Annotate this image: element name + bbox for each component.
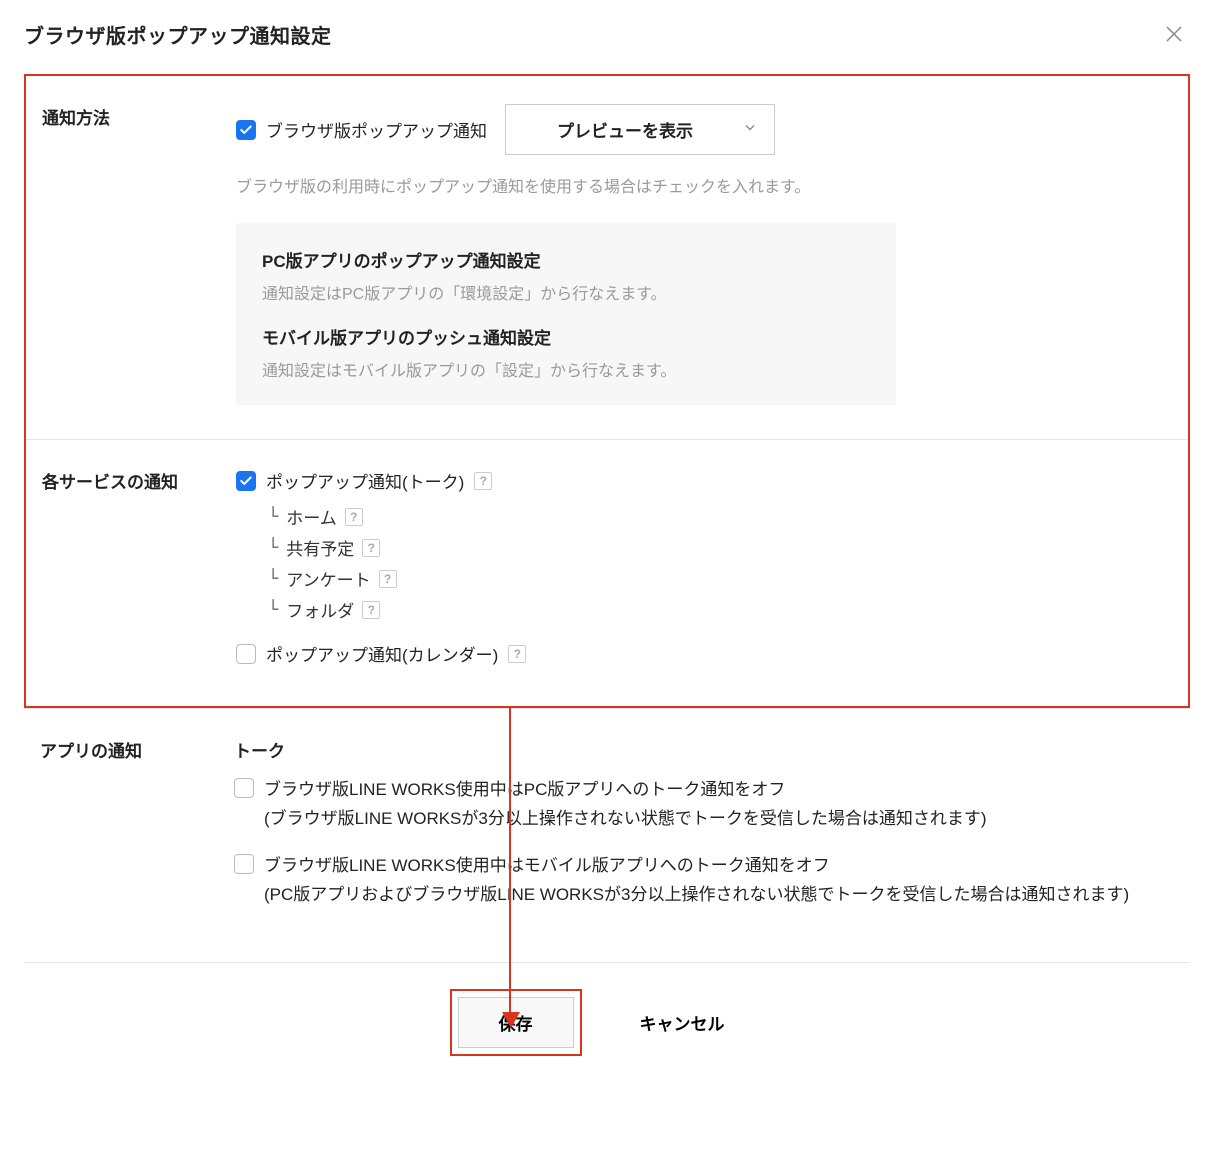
help-icon[interactable]: ? <box>362 539 380 557</box>
chevron-down-icon <box>742 119 758 140</box>
info-pc-title: PC版アプリのポップアップ通知設定 <box>262 247 870 272</box>
section-app-notifications: アプリの通知 トーク ブラウザ版LINE WORKS使用中はPC版アプリへのトー… <box>24 708 1190 963</box>
sub-folder-label: フォルダ <box>286 597 354 622</box>
browser-popup-checkbox[interactable]: ブラウザ版ポップアップ通知 <box>236 117 487 142</box>
info-pc-text: 通知設定はPC版アプリの「環境設定」から行なえます。 <box>262 280 870 304</box>
sub-home-label: ホーム <box>286 504 337 529</box>
dialog-footer: 保存 キャンセル <box>24 963 1190 1056</box>
dropdown-label: プレビューを表示 <box>557 117 693 142</box>
sub-item-shared: └ 共有予定 ? <box>268 532 1158 563</box>
help-icon[interactable]: ? <box>379 570 397 588</box>
pc-off-note: (ブラウザ版LINE WORKSが3分以上操作されない状態でトークを受信した場合… <box>264 805 987 834</box>
sub-survey-label: アンケート <box>286 566 370 591</box>
branch-icon: └ <box>268 538 278 558</box>
branch-icon: └ <box>268 569 278 589</box>
mobile-off-label: ブラウザ版LINE WORKS使用中はモバイル版アプリへのトーク通知をオフ <box>264 856 830 875</box>
help-icon[interactable]: ? <box>345 508 363 526</box>
close-button[interactable] <box>1158 18 1190 50</box>
section-notification-method: 通知方法 ブラウザ版ポップアップ通知 プレビューを表示 ブラウザ版の利用時にポッ… <box>26 76 1188 440</box>
app-talk-title: トーク <box>234 737 1160 762</box>
section-service-notifications: 各サービスの通知 ポップアップ通知(トーク) ? └ ホーム ? └ <box>26 440 1188 706</box>
popup-calendar-label: ポップアップ通知(カレンダー) <box>266 641 498 666</box>
info-mobile-title: モバイル版アプリのプッシュ通知設定 <box>262 324 870 349</box>
sub-shared-label: 共有予定 <box>286 535 354 560</box>
help-icon[interactable]: ? <box>508 645 526 663</box>
dialog-header: ブラウザ版ポップアップ通知設定 <box>24 10 1190 75</box>
checkbox-checked-icon <box>236 471 256 491</box>
talk-sub-list: └ ホーム ? └ 共有予定 ? └ アンケート ? └ フォルダ ? <box>268 501 1158 625</box>
checkbox-unchecked-icon <box>236 644 256 664</box>
popup-talk-label: ポップアップ通知(トーク) <box>266 468 464 493</box>
section-label-services: 各サービスの通知 <box>26 468 236 672</box>
info-box: PC版アプリのポップアップ通知設定 通知設定はPC版アプリの「環境設定」から行な… <box>236 223 896 405</box>
sub-item-folder: └ フォルダ ? <box>268 594 1158 625</box>
highlight-region: 通知方法 ブラウザ版ポップアップ通知 プレビューを表示 ブラウザ版の利用時にポッ… <box>24 74 1190 708</box>
help-icon[interactable]: ? <box>362 601 380 619</box>
browser-popup-label: ブラウザ版ポップアップ通知 <box>266 117 487 142</box>
mobile-off-checkbox[interactable]: ブラウザ版LINE WORKS使用中はモバイル版アプリへのトーク通知をオフ (P… <box>234 852 1160 910</box>
help-icon[interactable]: ? <box>474 472 492 490</box>
popup-calendar-checkbox[interactable]: ポップアップ通知(カレンダー) ? <box>236 641 1158 666</box>
checkbox-unchecked-icon <box>234 854 254 874</box>
method-helper-text: ブラウザ版の利用時にポップアップ通知を使用する場合はチェックを入れます。 <box>236 173 1158 197</box>
pc-off-text: ブラウザ版LINE WORKS使用中はPC版アプリへのトーク通知をオフ (ブラウ… <box>264 776 987 834</box>
annotation-arrow-line <box>509 708 511 1018</box>
cancel-button[interactable]: キャンセル <box>600 989 765 1056</box>
branch-icon: └ <box>268 600 278 620</box>
mobile-off-note: (PC版アプリおよびブラウザ版LINE WORKSが3分以上操作されない状態でト… <box>264 881 1129 910</box>
popup-talk-checkbox[interactable]: ポップアップ通知(トーク) ? <box>236 468 1158 493</box>
checkbox-checked-icon <box>236 120 256 140</box>
close-icon <box>1162 22 1186 46</box>
sub-item-home: └ ホーム ? <box>268 501 1158 532</box>
section-label-method: 通知方法 <box>26 104 236 405</box>
preview-dropdown[interactable]: プレビューを表示 <box>505 104 775 155</box>
branch-icon: └ <box>268 507 278 527</box>
annotation-arrow-overlay: アプリの通知 トーク ブラウザ版LINE WORKS使用中はPC版アプリへのトー… <box>24 708 1190 1056</box>
checkbox-unchecked-icon <box>234 778 254 798</box>
mobile-off-text: ブラウザ版LINE WORKS使用中はモバイル版アプリへのトーク通知をオフ (P… <box>264 852 1129 910</box>
info-mobile-text: 通知設定はモバイル版アプリの「設定」から行なえます。 <box>262 357 870 381</box>
sub-item-survey: └ アンケート ? <box>268 563 1158 594</box>
annotation-arrow-head <box>502 1012 520 1028</box>
dialog-title: ブラウザ版ポップアップ通知設定 <box>24 20 332 49</box>
pc-off-checkbox[interactable]: ブラウザ版LINE WORKS使用中はPC版アプリへのトーク通知をオフ (ブラウ… <box>234 776 1160 834</box>
section-label-app: アプリの通知 <box>24 737 234 928</box>
pc-off-label: ブラウザ版LINE WORKS使用中はPC版アプリへのトーク通知をオフ <box>264 780 785 799</box>
